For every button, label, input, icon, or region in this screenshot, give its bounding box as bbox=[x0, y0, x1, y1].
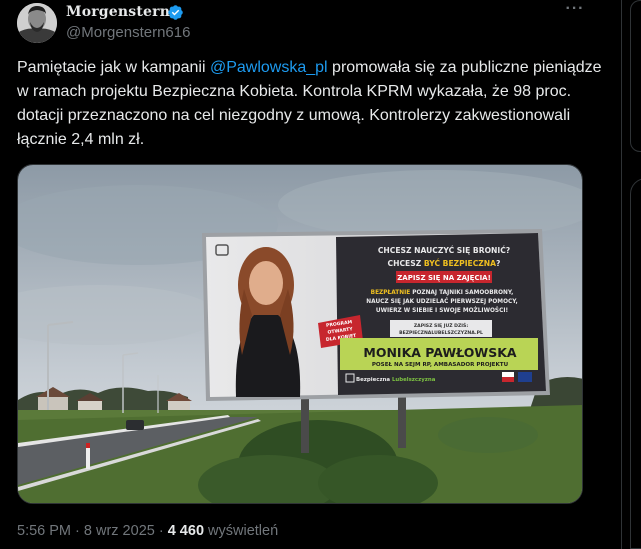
tweet-text: Pamiętacie jak w kampanii @Pawlowska_pl … bbox=[17, 56, 607, 152]
meta-separator: · bbox=[71, 523, 84, 539]
billboard-line-1: BEZPŁATNIE POZNAJ TAJNIKI SAMOOBRONY, bbox=[371, 290, 514, 296]
billboard-photo: PROGRAM OTWARTY DLA KOBIET CHCESZ NAUCZY… bbox=[18, 165, 582, 503]
views-count: 4 460 bbox=[167, 523, 205, 539]
author-avatar[interactable] bbox=[17, 3, 57, 43]
more-icon[interactable]: ··· bbox=[565, 1, 585, 22]
tweet[interactable]: Morgenstern @Morgenstern616 ··· Pamiętac… bbox=[0, 0, 622, 549]
avatar-image bbox=[17, 3, 57, 43]
billboard-signup: ZAPISZ SIĘ JUŻ DZIŚ: bbox=[414, 322, 468, 329]
sidebar-card bbox=[630, 0, 641, 152]
billboard-question-1: CHCESZ NAUCZYĆ SIĘ BRONIĆ? bbox=[378, 246, 510, 255]
billboard-site: BEZPIECZNALUBELSZCZYZNA.PL bbox=[399, 330, 483, 336]
mention-link[interactable]: @Pawlowska_pl bbox=[210, 59, 328, 76]
billboard-logo: Bezpieczna Lubelszczyzna bbox=[356, 377, 436, 383]
billboard-title: POSEŁ NA SEJM RP, AMBASADOR PROJEKTU bbox=[372, 362, 509, 368]
tweet-meta: 5:56 PM · 8 wrz 2025 · 4 460 wyświetleń bbox=[17, 523, 278, 539]
sidebar-card bbox=[630, 178, 641, 549]
author-display-name[interactable]: Morgenstern bbox=[66, 4, 170, 20]
tweet-text-part: Pamiętacie jak w kampanii bbox=[17, 59, 210, 76]
views-label: wyświetleń bbox=[204, 523, 279, 539]
billboard-name: MONIKA PAWŁOWSKA bbox=[363, 345, 516, 360]
tweet-photo[interactable]: PROGRAM OTWARTY DLA KOBIET CHCESZ NAUCZY… bbox=[17, 164, 583, 504]
billboard-line-3: UWIERZ W SIEBIE I SWOJE MOŻLIWOŚCI! bbox=[376, 307, 508, 314]
billboard-line-2: NAUCZ SIĘ JAK UDZIELAĆ PIERWSZEJ POMOCY, bbox=[366, 298, 517, 305]
verified-badge-icon bbox=[168, 5, 183, 20]
tweet-date[interactable]: 8 wrz 2025 bbox=[84, 523, 155, 539]
meta-separator: · bbox=[154, 523, 168, 539]
billboard-question-2: CHCESZ BYĆ BEZPIECZNA? bbox=[388, 259, 501, 268]
tweet-time[interactable]: 5:56 PM bbox=[17, 523, 71, 539]
author-handle[interactable]: @Morgenstern616 bbox=[66, 24, 190, 41]
billboard-cta: ZAPISZ SIĘ NA ZAJĘCIA! bbox=[397, 274, 491, 282]
